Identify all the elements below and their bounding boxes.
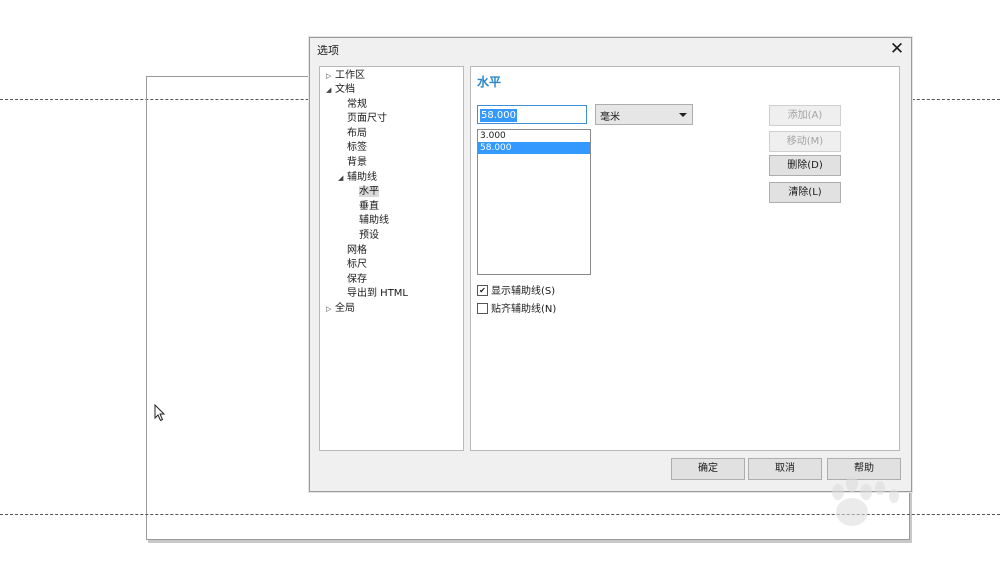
mouse-pointer-icon: [154, 404, 166, 422]
clear-button[interactable]: 清除(L): [769, 182, 841, 203]
tree-item-save[interactable]: 保存: [347, 273, 367, 287]
move-button[interactable]: 移动(M): [769, 131, 841, 152]
triangle-down-icon[interactable]: ◢: [326, 83, 335, 97]
show-guides-label: 显示辅助线(S): [491, 286, 556, 297]
watermark-logo: [832, 476, 899, 526]
unit-value: 毫米: [600, 112, 620, 123]
horizontal-guides-panel: 水平 58.000 毫米 3.000 58.000 添加(A) 移动(M) 删除…: [470, 66, 900, 451]
guide-position-value: 58.000: [480, 109, 517, 122]
close-icon[interactable]: ✕: [887, 39, 907, 59]
tree-item-guidelines-sub[interactable]: 辅助线: [359, 214, 389, 228]
triangle-down-icon[interactable]: ◢: [338, 171, 347, 185]
list-item[interactable]: 3.000: [478, 130, 590, 142]
tree-item-document[interactable]: ◢ 文档: [326, 83, 355, 97]
tree-item-page-size[interactable]: 页面尺寸: [347, 112, 387, 126]
tree-item-general[interactable]: 常规: [347, 98, 367, 112]
tree-item-guidelines[interactable]: ◢ 辅助线: [338, 171, 377, 185]
cancel-button[interactable]: 取消: [748, 458, 822, 480]
tree-item-presets[interactable]: 预设: [359, 229, 379, 243]
dialog-title: 选项: [317, 44, 339, 57]
triangle-right-icon[interactable]: ▷: [326, 302, 335, 316]
list-item-selected[interactable]: 58.000: [478, 142, 590, 154]
tree-item-vertical[interactable]: 垂直: [359, 200, 379, 214]
tree-item-horizontal[interactable]: 水平: [359, 185, 379, 199]
delete-button[interactable]: 删除(D): [769, 155, 841, 176]
chevron-down-icon[interactable]: [679, 113, 687, 117]
add-button[interactable]: 添加(A): [769, 105, 841, 126]
tree-item-label[interactable]: 标签: [347, 141, 367, 155]
snap-guides-label: 贴齐辅助线(N): [491, 304, 557, 315]
guides-list[interactable]: 3.000 58.000: [477, 129, 591, 275]
tree-item-layout[interactable]: 布局: [347, 127, 367, 141]
options-dialog: 选项 ✕ ▷ 工作区 ◢ 文档 常规 页面尺寸 布局 标签 背景 ◢ 辅助线 水平: [309, 37, 912, 492]
tree-item-global[interactable]: ▷ 全局: [326, 302, 355, 316]
tree-item-rulers[interactable]: 标尺: [347, 258, 367, 272]
guide-position-input[interactable]: 58.000: [477, 105, 587, 124]
panel-title: 水平: [477, 75, 502, 89]
options-tree: ▷ 工作区 ◢ 文档 常规 页面尺寸 布局 标签 背景 ◢ 辅助线 水平 垂直 辅助线: [319, 66, 464, 451]
checkmark-icon[interactable]: ✔: [477, 284, 488, 296]
show-guides-checkbox[interactable]: ✔ 显示辅助线(S): [477, 284, 556, 299]
dialog-titlebar[interactable]: 选项 ✕: [310, 38, 911, 60]
triangle-right-icon[interactable]: ▷: [326, 69, 335, 83]
ok-button[interactable]: 确定: [671, 458, 745, 480]
tree-item-export-html[interactable]: 导出到 HTML: [347, 287, 408, 301]
tree-item-background[interactable]: 背景: [347, 156, 367, 170]
checkbox-empty[interactable]: [477, 302, 488, 314]
snap-guides-checkbox[interactable]: 贴齐辅助线(N): [477, 302, 557, 317]
tree-item-workspace[interactable]: ▷ 工作区: [326, 69, 365, 83]
unit-dropdown[interactable]: 毫米: [595, 104, 693, 125]
tree-item-grid[interactable]: 网格: [347, 244, 367, 258]
